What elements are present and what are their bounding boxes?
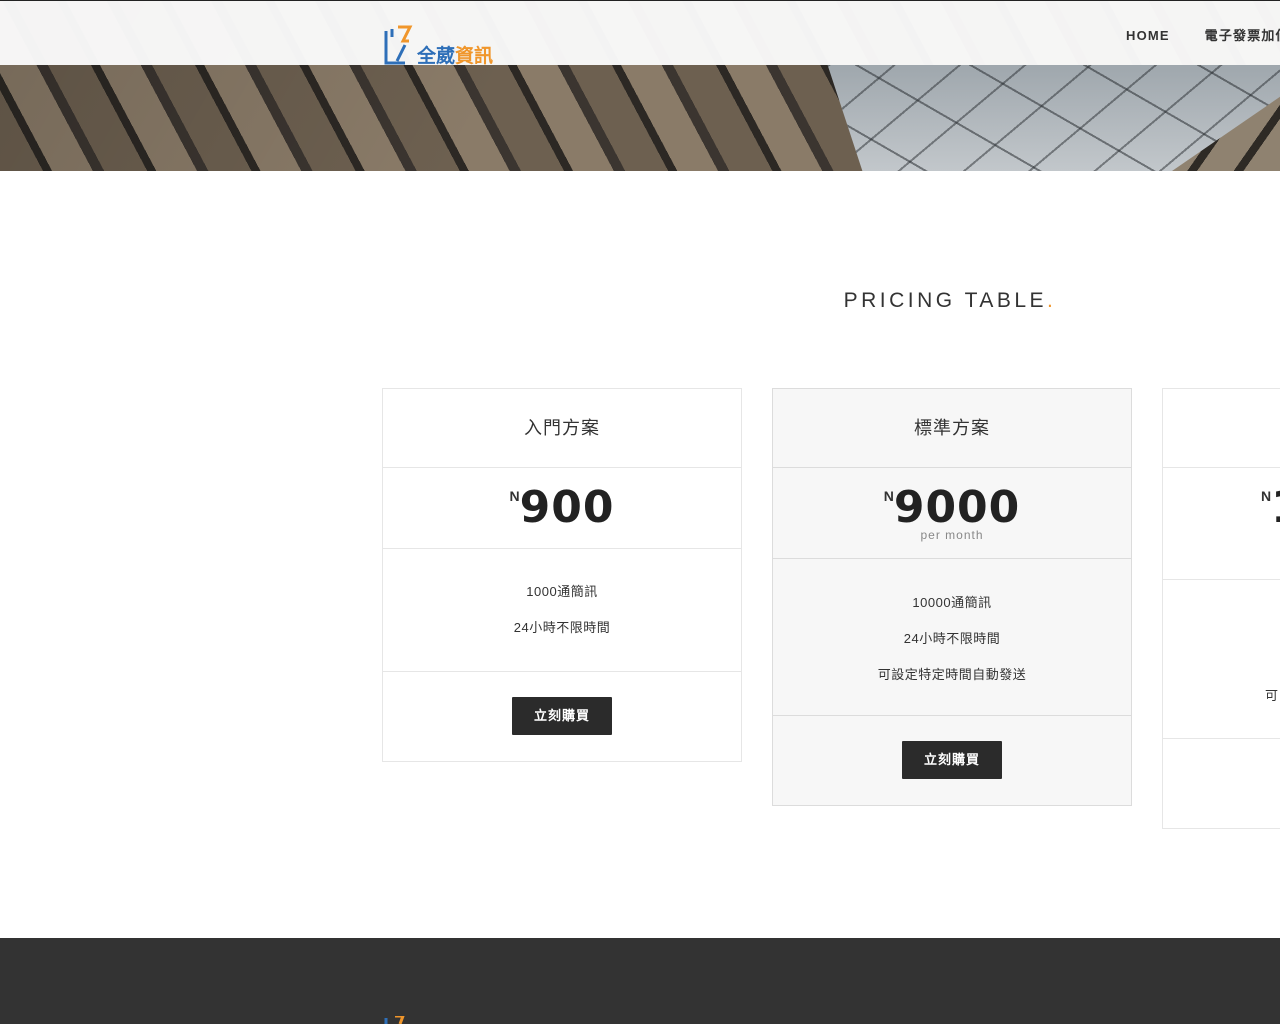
footer-logo-icon [384,1016,405,1024]
buy-now-button[interactable]: 立刻購買 [902,741,1002,779]
price-amount: 9000 [893,482,1021,533]
logo-text-part1: 全葳 [417,45,456,67]
plan-price: N9000 per month [773,468,1131,559]
main-nav: HOME 電子發票加値 [1126,25,1280,44]
pricing-card-standard: 標準方案 N9000 per month 10000通簡訊 24小時不限時間 可… [772,388,1132,806]
logo-mark-icon [384,25,413,65]
currency-symbol: N [1261,488,1272,504]
nav-item-home[interactable]: HOME [1126,28,1170,43]
pricing-card-starter: 入門方案 N900 1000通簡訊 24小時不限時間 立刻購買 [382,388,742,762]
top-navbar: 全葳資訊 HOME 電子發票加値 [0,0,1280,67]
logo-text-part2: 資訊 [455,45,494,67]
feature-item: 10000通簡訊 [912,595,992,610]
price-period: per month [920,528,984,542]
pricing-title-dot: . [1047,289,1057,312]
plan-price: N900 [383,468,741,549]
plan-price: N1 [1163,468,1280,580]
pricing-title: PRICING TABLE. [0,289,1280,313]
plan-name [1163,389,1280,468]
pricing-card-premium: N1 可 [1162,388,1280,829]
plan-footer: 立刻購買 [383,672,741,761]
site-footer [0,938,1280,1024]
plan-features: 可 [1163,580,1280,739]
site-logo[interactable]: 全葳資訊 [383,23,495,67]
currency-symbol: N [883,488,894,504]
feature-item: 24小時不限時間 [903,631,1001,646]
feature-item [1265,642,1280,678]
price-amount: 900 [519,482,615,533]
buy-now-button[interactable]: 立刻購買 [512,697,612,735]
feature-item: 1000通簡訊 [526,584,598,599]
feature-item: 24小時不限時間 [513,620,611,635]
plan-name: 入門方案 [383,389,741,468]
logo-text: 全葳資訊 [417,41,493,68]
nav-item-einvoice[interactable]: 電子發票加値 [1205,25,1280,44]
currency-symbol: N [509,488,520,504]
plan-footer [1163,739,1280,828]
plan-name: 標準方案 [773,389,1131,468]
plan-features: 1000通簡訊 24小時不限時間 [383,549,741,672]
hero-glass-facade [827,65,1280,171]
price-amount: 1 [1271,482,1280,533]
feature-item: 可 [1265,688,1279,703]
plan-footer: 立刻購買 [773,716,1131,805]
plan-features: 10000通簡訊 24小時不限時間 可設定特定時間自動發送 [773,559,1131,716]
feature-item: 可設定特定時間自動發送 [877,667,1027,682]
feature-item [1265,606,1280,642]
pricing-title-text: PRICING TABLE [843,289,1048,312]
